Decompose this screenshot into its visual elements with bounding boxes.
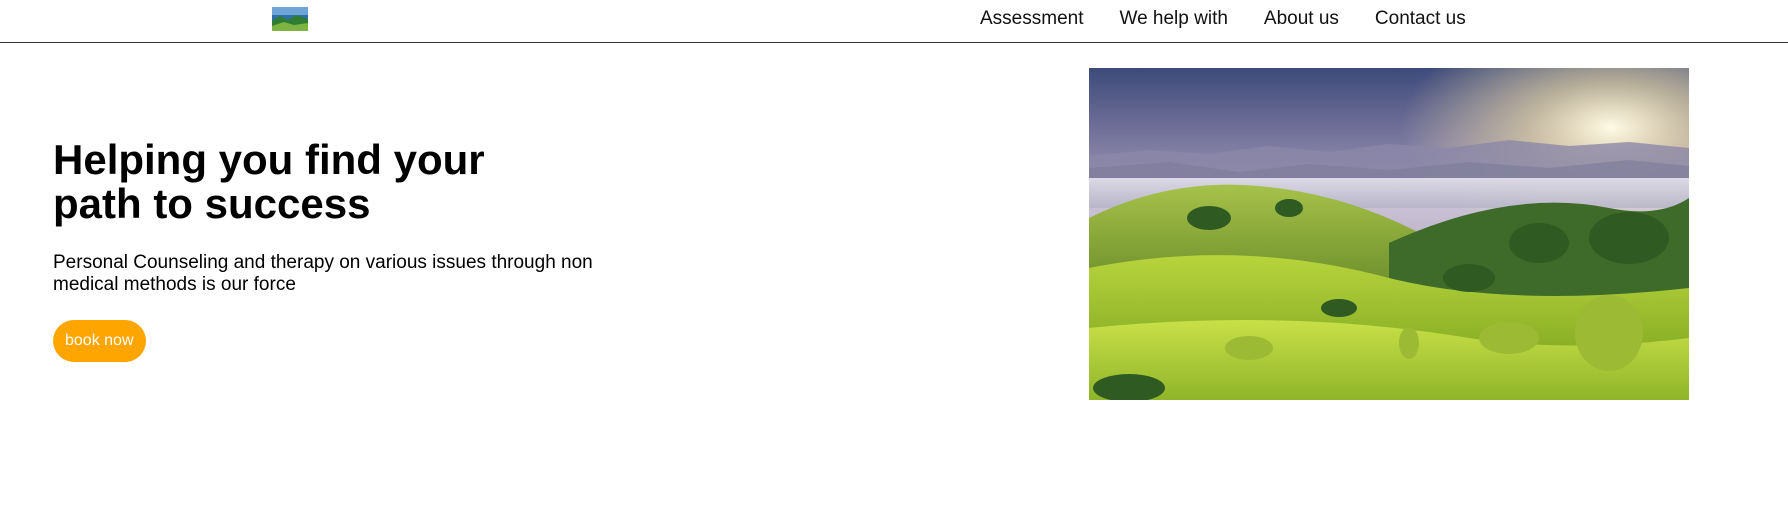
nav-contact-us[interactable]: Contact us [1375, 8, 1466, 30]
book-now-button[interactable]: book now [53, 320, 146, 362]
hero-landscape-image [1089, 68, 1689, 400]
nav-we-help-with[interactable]: We help with [1119, 8, 1227, 30]
site-header: Assessment We help with About us Contact… [0, 0, 1788, 43]
main-nav: Assessment We help with About us Contact… [980, 7, 1466, 31]
nav-assessment[interactable]: Assessment [980, 8, 1083, 30]
hero-subtitle: Personal Counseling and therapy on vario… [53, 252, 593, 295]
nav-about-us[interactable]: About us [1264, 8, 1339, 30]
hero-title: Helping you find your path to success [53, 136, 485, 227]
logo-icon[interactable] [272, 7, 308, 31]
hero-section: Helping you find your path to success Pe… [53, 138, 613, 362]
